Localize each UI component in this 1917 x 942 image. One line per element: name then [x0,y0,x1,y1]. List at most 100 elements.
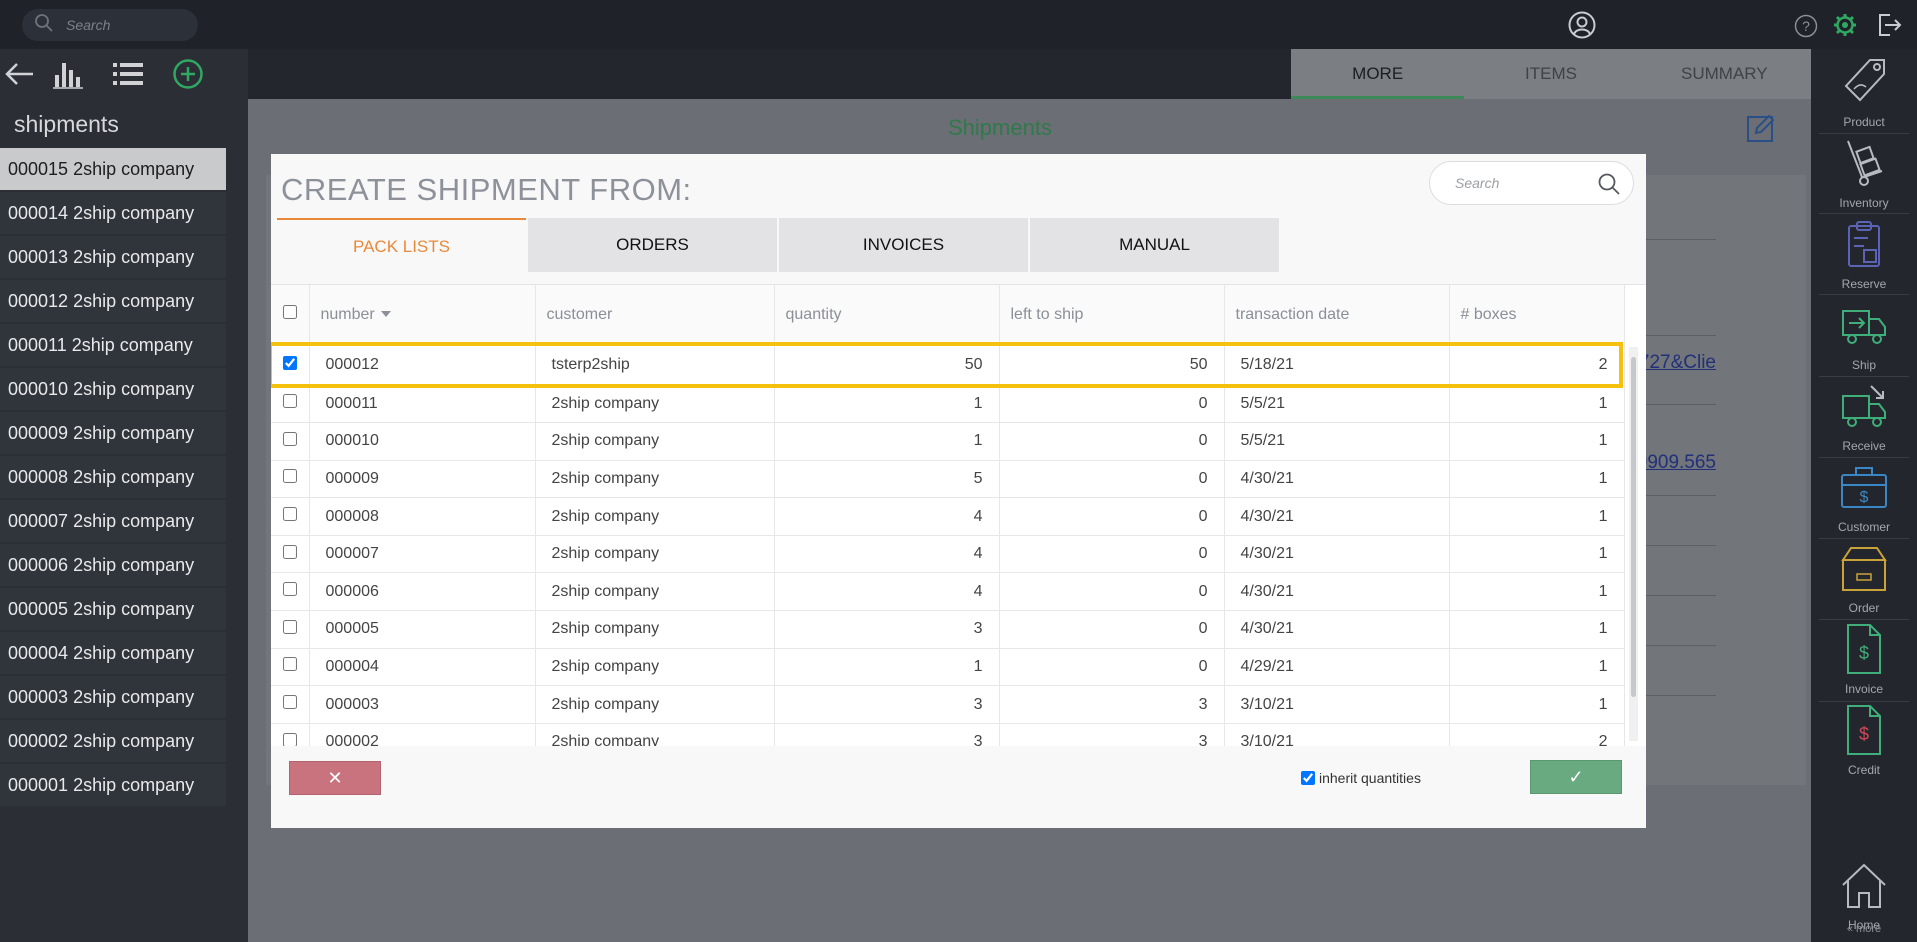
tab-pack-lists[interactable]: PACK LISTS [277,218,526,272]
back-button[interactable] [0,49,38,103]
nav-inventory[interactable]: Inventory [1811,130,1917,210]
shipment-list-item[interactable]: 000012 2ship company [0,280,226,322]
cell-number: 000002 [309,723,536,746]
table-scrollbar[interactable] [1629,347,1638,741]
shipment-list-item[interactable]: 000008 2ship company [0,456,226,498]
cell-quantity: 5 [774,460,1000,499]
nav-customer[interactable]: $ Customer [1811,454,1917,534]
tab-orders[interactable]: ORDERS [528,218,777,272]
nav-receive[interactable]: Receive [1811,373,1917,453]
row-checkbox[interactable] [282,657,297,672]
inherit-quantities-checkbox[interactable] [1301,771,1315,785]
nav-invoice[interactable]: $ Invoice [1811,616,1917,696]
row-checkbox[interactable] [282,582,297,597]
column-header-boxes[interactable]: # boxes [1449,285,1625,346]
cell-boxes: 1 [1449,497,1625,536]
column-header-number[interactable]: number [309,285,536,346]
shipment-list-item[interactable]: 000006 2ship company [0,544,226,586]
row-checkbox[interactable] [282,507,297,522]
cell-boxes: 2 [1449,345,1625,386]
row-checkbox[interactable] [282,695,297,710]
top-search-box[interactable] [22,9,198,41]
nav-order[interactable]: Order [1811,535,1917,615]
nav-label: Product [1843,115,1885,129]
row-checkbox[interactable] [282,355,297,370]
search-icon[interactable] [1597,172,1621,201]
column-header-transaction-date[interactable]: transaction date [1224,285,1450,346]
row-checkbox[interactable] [282,469,297,484]
row-checkbox[interactable] [282,544,297,559]
row-select-cell [271,460,310,499]
table-row[interactable]: 000011 2ship company 1 0 5/5/21 1 [271,385,1625,424]
chart-button[interactable] [38,49,98,103]
column-header-quantity[interactable]: quantity [774,285,1000,346]
cell-left-to-ship: 0 [999,497,1225,536]
shipment-list-item[interactable]: 000013 2ship company [0,236,226,278]
pack-list-table-container: number customer quantity left to ship tr… [271,284,1646,746]
add-button[interactable] [158,49,218,103]
shipment-list-item[interactable]: 000010 2ship company [0,368,226,410]
row-select-cell [271,572,310,612]
row-checkbox[interactable] [282,431,297,446]
table-row[interactable]: 000007 2ship company 4 0 4/30/21 1 [271,535,1625,574]
shipment-list-item[interactable]: 000007 2ship company [0,500,226,542]
cell-number: 000009 [309,460,536,499]
table-row[interactable]: 000012 tsterp2ship 50 50 5/18/21 2 [271,345,1625,386]
logout-icon[interactable] [1876,12,1902,43]
user-icon[interactable] [1568,11,1596,44]
shipment-list-item[interactable]: 000011 2ship company [0,324,226,366]
row-select-cell [271,610,310,649]
shipment-list-item[interactable]: 000015 2ship company [0,148,226,190]
top-bar: ? [0,0,1917,49]
shipment-list-item[interactable]: 000014 2ship company [0,192,226,234]
table-row[interactable]: 000005 2ship company 3 0 4/30/21 1 [271,610,1625,649]
more-link[interactable]: « more [1811,923,1917,935]
table-row[interactable]: 000002 2ship company 3 3 3/10/21 2 [271,723,1625,746]
table-row[interactable]: 000010 2ship company 1 0 5/5/21 1 [271,422,1625,461]
tab-invoices[interactable]: INVOICES [779,218,1028,272]
row-select-cell [271,345,310,386]
row-checkbox[interactable] [282,732,297,746]
shipment-list-item[interactable]: 000003 2ship company [0,676,226,718]
shipment-list-item[interactable]: 000001 2ship company [0,764,226,806]
tab-manual[interactable]: MANUAL [1030,218,1279,272]
column-header-customer[interactable]: customer [535,285,775,346]
column-header-left-to-ship[interactable]: left to ship [999,285,1225,346]
shipment-list-item[interactable]: 000002 2ship company [0,720,226,762]
confirm-button[interactable]: ✓ [1530,760,1622,794]
list-button[interactable] [98,49,158,103]
help-icon[interactable]: ? [1794,14,1818,43]
nav-home[interactable]: Home [1811,852,1917,932]
nav-credit[interactable]: $ Credit [1811,697,1917,777]
row-checkbox[interactable] [282,619,297,634]
tab-items[interactable]: ITEMS [1464,49,1637,99]
table-row[interactable]: 000008 2ship company 4 0 4/30/21 1 [271,497,1625,536]
inherit-quantities-option[interactable]: inherit quantities [1301,770,1421,786]
scrollbar-thumb[interactable] [1631,357,1636,697]
gear-icon[interactable] [1832,12,1858,43]
nav-product[interactable]: Product [1811,49,1917,129]
nav-ship[interactable]: Ship [1811,292,1917,372]
row-checkbox[interactable] [282,394,297,409]
table-row[interactable]: 000004 2ship company 1 0 4/29/21 1 [271,648,1625,687]
plus-circle-icon [172,58,204,95]
shipment-list-item[interactable]: 000009 2ship company [0,412,226,454]
dialog-search-input[interactable] [1455,175,1585,191]
edit-icon[interactable] [1746,113,1776,148]
table-row[interactable]: 000006 2ship company 4 0 4/30/21 1 [271,572,1625,612]
shipment-list-item[interactable]: 000005 2ship company [0,588,226,630]
background-link[interactable]: 727&Clie [1639,352,1716,374]
dialog-search-box[interactable] [1429,161,1634,205]
cancel-button[interactable]: ✕ [289,761,381,795]
tab-summary[interactable]: SUMMARY [1638,49,1811,99]
nav-reserve[interactable]: Reserve [1811,211,1917,291]
table-row[interactable]: 000003 2ship company 3 3 3/10/21 1 [271,685,1625,724]
table-row[interactable]: 000009 2ship company 5 0 4/30/21 1 [271,460,1625,499]
sort-down-icon[interactable] [379,306,393,323]
tab-more[interactable]: MORE [1291,49,1465,99]
select-all-checkbox[interactable] [282,305,297,320]
shipment-list-item[interactable]: 000004 2ship company [0,632,226,674]
top-search-input[interactable] [66,17,186,33]
cell-customer: 2ship company [535,535,775,574]
background-link[interactable]: 9909.565 [1637,452,1716,474]
